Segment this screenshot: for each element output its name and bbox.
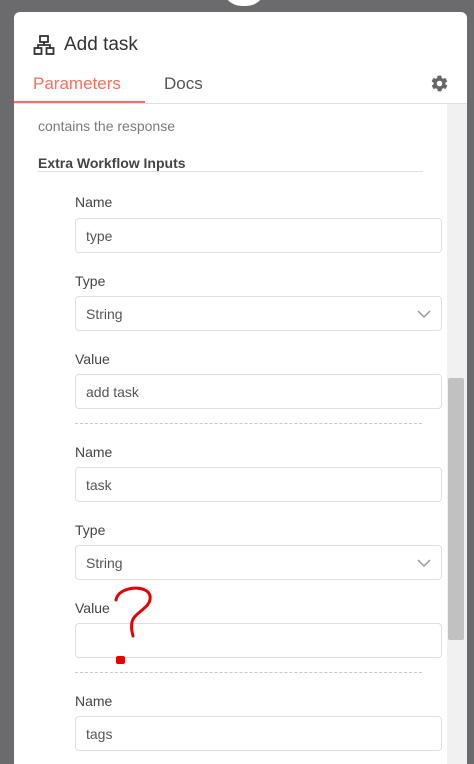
value-input[interactable] [75,623,442,658]
type-select[interactable]: String [75,545,442,580]
type-select-value: String [86,554,123,571]
field-description: contains the response [38,118,175,134]
name-label: Name [75,693,113,709]
chevron-down-icon [417,558,431,567]
type-label: Type [75,273,106,289]
parameters-content: contains the response Extra Workflow Inp… [14,104,467,764]
tab-docs[interactable]: Docs [164,74,203,94]
name-input[interactable] [75,467,442,502]
node-panel: Add task Parameters Docs contains the re… [14,12,467,764]
section-title: Extra Workflow Inputs [38,155,186,171]
chevron-down-icon [417,309,431,318]
tab-parameters[interactable]: Parameters [33,74,121,94]
entry-separator [75,423,422,424]
panel-header: Add task Parameters Docs [14,12,467,104]
type-select[interactable]: String [75,296,442,331]
section-divider [38,171,423,172]
name-label: Name [75,444,113,460]
name-input[interactable] [75,218,442,253]
value-label: Value [75,351,110,367]
entry-separator [75,672,422,673]
title-row: Add task [33,32,138,58]
gear-icon[interactable] [430,74,449,93]
name-input[interactable] [75,716,442,751]
panel-title: Add task [64,34,138,55]
scrollbar-thumb[interactable] [448,378,464,640]
type-select-value: String [86,305,123,322]
value-input[interactable] [75,374,442,409]
workflow-node-icon [33,35,55,55]
type-label: Type [75,522,106,538]
name-label: Name [75,194,113,210]
top-handle [222,0,266,6]
value-label: Value [75,600,110,616]
